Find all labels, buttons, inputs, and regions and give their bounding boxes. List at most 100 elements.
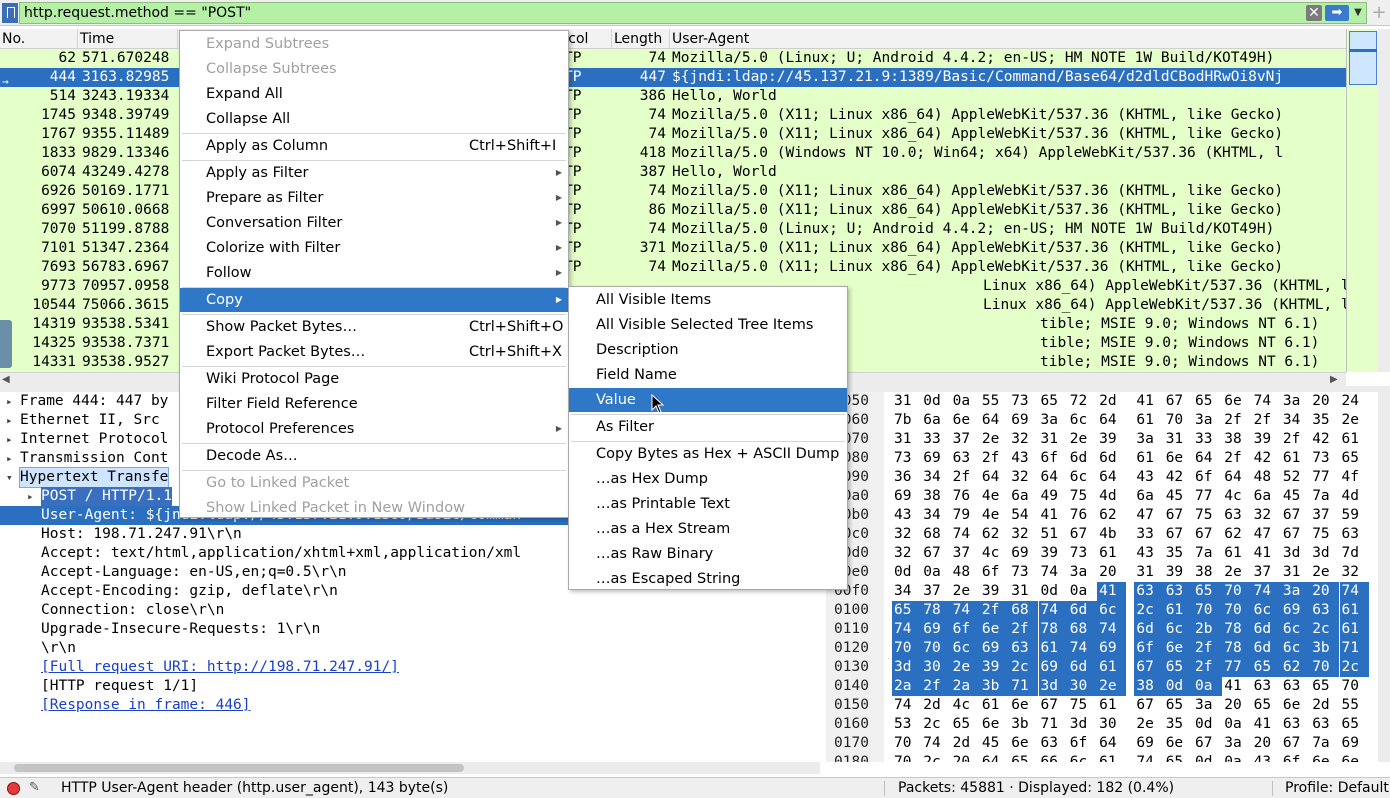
scroll-left-icon[interactable]: ◀ xyxy=(2,374,10,385)
hex-byte[interactable]: 2c xyxy=(921,753,950,762)
hex-byte[interactable]: 32 xyxy=(1009,525,1038,544)
context-menu-item-wiki-protocol-page[interactable]: Wiki Protocol Page xyxy=(180,367,568,391)
hex-byte[interactable]: 37 xyxy=(951,544,980,563)
hex-byte[interactable]: 4d xyxy=(1340,487,1369,506)
hex-byte[interactable]: 34 xyxy=(921,468,950,487)
hex-byte[interactable]: 2e xyxy=(1134,715,1163,734)
hex-byte[interactable]: 2c xyxy=(921,715,950,734)
hex-byte[interactable]: 76 xyxy=(951,487,980,506)
hex-byte[interactable]: 2f xyxy=(1193,658,1223,677)
hex-byte[interactable]: 33 xyxy=(921,430,950,449)
context-menu-item-protocol-preferences[interactable]: Protocol Preferences ▶ xyxy=(180,417,568,441)
hex-byte[interactable]: 20 xyxy=(1097,563,1126,582)
context-menu-item-apply-as-filter[interactable]: Apply as Filter ▶ xyxy=(180,161,568,185)
hex-byte[interactable]: 4c xyxy=(980,544,1009,563)
hex-byte[interactable]: 2e xyxy=(1310,563,1339,582)
hex-byte[interactable]: 2e xyxy=(980,430,1009,449)
hex-byte[interactable]: 7a xyxy=(1310,734,1339,753)
hex-byte[interactable]: 47 xyxy=(1252,525,1281,544)
hex-byte[interactable]: 61 xyxy=(1163,601,1193,620)
hex-byte[interactable]: 42 xyxy=(1310,430,1339,449)
hex-byte[interactable]: 6d xyxy=(1134,620,1164,639)
hex-byte[interactable]: 2f xyxy=(1222,449,1251,468)
collapse-arrow-icon[interactable]: ▸ xyxy=(27,487,34,506)
hex-byte[interactable]: 32 xyxy=(1252,506,1281,525)
copy-submenu-item-all-visible-items[interactable]: All Visible Items xyxy=(569,288,847,312)
hex-byte[interactable]: 69 xyxy=(1280,601,1311,620)
hex-byte[interactable]: 68 xyxy=(1067,620,1098,639)
hex-byte[interactable]: 42 xyxy=(1252,449,1281,468)
chevron-down-icon[interactable]: ▼ xyxy=(1352,4,1364,22)
hex-byte[interactable]: 2f xyxy=(1252,411,1281,430)
hex-byte[interactable]: 74 xyxy=(1039,563,1068,582)
hex-byte[interactable]: 70 xyxy=(1222,582,1252,601)
hex-byte[interactable]: 68 xyxy=(921,525,950,544)
expert-info-led-icon[interactable] xyxy=(7,782,20,795)
hex-byte[interactable]: 4b xyxy=(1097,525,1126,544)
hex-byte[interactable]: 63 xyxy=(1252,677,1281,696)
hex-byte[interactable]: 3a xyxy=(1280,582,1311,601)
hex-byte[interactable]: 38 xyxy=(1222,430,1251,449)
hex-byte[interactable]: 74 xyxy=(1097,620,1127,639)
hex-byte[interactable]: 6f xyxy=(980,563,1009,582)
hex-byte[interactable]: 3b xyxy=(1009,715,1038,734)
hex-byte[interactable]: 67 xyxy=(1164,506,1193,525)
hex-byte[interactable]: 74 xyxy=(1067,639,1098,658)
hex-byte[interactable]: 3d xyxy=(1310,544,1339,563)
hex-byte[interactable]: 6f xyxy=(1134,639,1164,658)
hex-byte[interactable]: 69 xyxy=(1038,658,1068,677)
context-menu-item-copy[interactable]: Copy ▶ xyxy=(180,288,568,312)
hex-byte[interactable]: 3a xyxy=(1222,734,1251,753)
hex-byte[interactable]: 74 xyxy=(951,525,980,544)
hex-byte[interactable]: 70 xyxy=(1164,411,1193,430)
hex-byte[interactable]: 69 xyxy=(892,487,921,506)
copy-submenu-item-copy-bytes-as-hex-ascii-dump[interactable]: Copy Bytes as Hex + ASCII Dump xyxy=(569,442,847,466)
hex-byte[interactable]: 49 xyxy=(1039,487,1068,506)
hex-byte[interactable]: 7a xyxy=(1193,544,1222,563)
hex-byte[interactable]: 73 xyxy=(1310,449,1339,468)
hex-byte[interactable]: 43 xyxy=(892,506,921,525)
hex-byte[interactable]: 70 xyxy=(1193,601,1223,620)
hex-byte[interactable]: 0d xyxy=(921,392,950,411)
hex-byte[interactable]: 62 xyxy=(1097,506,1126,525)
hex-byte[interactable]: 0d xyxy=(1039,582,1068,601)
hex-byte[interactable]: 2c xyxy=(1310,620,1340,639)
hex-byte[interactable]: 41 xyxy=(1039,506,1068,525)
hex-byte[interactable]: 33 xyxy=(1193,430,1222,449)
hex-byte[interactable]: 71 xyxy=(1339,639,1369,658)
hex-byte[interactable]: 73 xyxy=(1009,563,1038,582)
hex-byte[interactable]: 64 xyxy=(1039,468,1068,487)
hex-byte[interactable]: 43 xyxy=(1252,753,1281,762)
hex-byte[interactable]: 62 xyxy=(1222,525,1251,544)
context-menu-item-collapse-all[interactable]: Collapse All xyxy=(180,107,568,131)
context-menu-item-colorize-with-filter[interactable]: Colorize with Filter ▶ xyxy=(180,236,568,260)
hex-byte[interactable]: 2a xyxy=(950,677,980,696)
hex-byte[interactable]: 6d xyxy=(1251,639,1281,658)
copy-submenu-item-as-escaped-string[interactable]: …as Escaped String xyxy=(569,567,847,591)
hex-byte[interactable]: 69 xyxy=(1097,639,1127,658)
hex-byte[interactable]: 38 xyxy=(1134,677,1164,696)
hex-byte[interactable]: 67 xyxy=(1164,392,1193,411)
hex-byte[interactable]: 67 xyxy=(1134,658,1164,677)
hex-byte[interactable]: 39 xyxy=(980,582,1009,601)
hex-byte[interactable]: 2f xyxy=(1193,639,1223,658)
hex-byte[interactable]: 3a xyxy=(1068,563,1097,582)
hex-byte[interactable]: 61 xyxy=(1097,544,1126,563)
column-header-length[interactable]: Length xyxy=(612,29,670,49)
context-menu-item-apply-as-column[interactable]: Apply as Column Ctrl+Shift+I xyxy=(180,134,568,158)
hex-byte[interactable]: 3d xyxy=(892,658,922,677)
hex-byte[interactable]: 70 xyxy=(1310,658,1340,677)
hex-byte[interactable]: 69 xyxy=(979,639,1010,658)
hex-byte[interactable]: 63 xyxy=(1009,639,1039,658)
hex-byte[interactable]: 6e xyxy=(951,411,980,430)
hex-byte[interactable]: 77 xyxy=(1193,487,1222,506)
hex-byte[interactable]: 65 xyxy=(1009,753,1038,762)
hex-byte[interactable]: 73 xyxy=(1068,544,1097,563)
details-horizontal-scrollbar[interactable] xyxy=(0,762,820,774)
hex-byte[interactable]: 2e xyxy=(950,658,980,677)
hex-byte[interactable]: 20 xyxy=(1222,696,1251,715)
hex-byte[interactable]: 2f xyxy=(951,468,980,487)
hex-byte[interactable]: 63 xyxy=(1281,677,1310,696)
detail-tree-row[interactable]: Upgrade-Insecure-Requests: 1\r\n xyxy=(0,620,820,639)
hex-byte[interactable]: 4e xyxy=(980,487,1009,506)
